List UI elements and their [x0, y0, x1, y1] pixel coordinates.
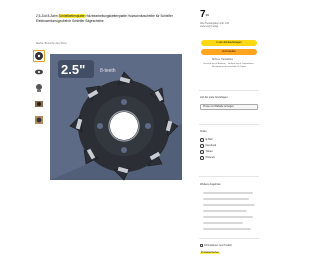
divider: [199, 176, 259, 177]
add-to-list-label: Auf die Liste hinzufügen: [200, 96, 228, 99]
delivery-note[interactable]: Lieferung Freitag: [200, 25, 229, 28]
product-safety-link[interactable]: Produktsicherheit: [200, 252, 220, 254]
secure-transaction[interactable]: Sichere Transaktion: [212, 58, 233, 61]
product-page: 2,5-Zoll 8-Zahn Schleifkettenplatte Holz…: [0, 0, 272, 266]
wood-thumb-icon: [35, 116, 43, 124]
share-email-label: E-Mail: [205, 138, 213, 142]
brand-link[interactable]: Marke: Besuche den Shop: [36, 42, 67, 45]
thumbnail-4[interactable]: [33, 98, 45, 110]
price: 799: [200, 10, 209, 20]
placeholder-line: [203, 198, 249, 200]
price-fraction: 99: [205, 13, 209, 17]
facebook-icon: [200, 144, 204, 148]
pinterest-icon: [200, 156, 204, 160]
share-pinterest[interactable]: Pinterest: [200, 156, 215, 160]
price-meta: Alle Preisangaben inkl. USt Lieferung Fr…: [200, 22, 229, 29]
share-title: Teilen: [200, 130, 207, 133]
product-info-link[interactable]: Informationen zum Produkt: [200, 244, 232, 247]
thumbnail-2[interactable]: [33, 66, 45, 78]
grinder-thumb-icon: [35, 101, 43, 107]
thumbnail-1[interactable]: [33, 50, 45, 62]
share-pinterest-label: Pinterest: [205, 156, 216, 160]
add-to-cart-button[interactable]: In den Einkaufswagen: [201, 40, 257, 46]
title-prefix: 2,5-Zoll 8-Zahn: [36, 14, 59, 18]
thumbnail-3[interactable]: [33, 82, 45, 94]
mail-icon: [200, 138, 204, 142]
saw-detail-thumb-icon: [36, 84, 42, 92]
product-title: 2,5-Zoll 8-Zahn Schleifkettenplatte Holz…: [36, 14, 186, 23]
saw-side-thumb-icon: [35, 69, 43, 75]
divider: [199, 90, 259, 91]
seller-info: Versand durch Amazon · Verkauf durch Dri…: [203, 63, 255, 69]
title-highlight: Schleifkettenplatte: [58, 14, 85, 18]
saw-blade-graphic: [69, 71, 179, 181]
divider: [199, 124, 259, 125]
add-to-list-select[interactable]: Preise und Rabatte anzeigen: [200, 104, 258, 110]
placeholder-line: [203, 228, 251, 230]
thumbnail-strip: [33, 50, 47, 130]
thumbnail-5[interactable]: [33, 114, 45, 126]
size-badge-text: 2.5": [61, 62, 85, 77]
divider: [199, 238, 259, 239]
buy-now-button[interactable]: Jetzt kaufen: [201, 49, 257, 55]
share-email[interactable]: E-Mail: [200, 138, 212, 142]
checkbox-icon: [200, 244, 203, 247]
share-twitter-label: Twitter: [205, 150, 213, 154]
placeholder-line: [203, 192, 253, 194]
placeholder-line: [203, 216, 253, 218]
placeholder-line: [203, 210, 247, 212]
share-facebook-label: Facebook: [205, 144, 217, 148]
placeholder-line: [203, 204, 255, 206]
product-main-image[interactable]: 2.5" 8-teeth: [50, 54, 182, 184]
share-facebook[interactable]: Facebook: [200, 144, 216, 148]
placeholder-line: [203, 222, 243, 224]
share-twitter[interactable]: Twitter: [200, 150, 213, 154]
saw-thumb-icon: [35, 52, 43, 60]
teeth-badge-text: 8-teeth: [100, 68, 116, 74]
twitter-icon: [200, 150, 204, 154]
other-offers-title: Weitere Angebote: [200, 183, 221, 186]
product-info-label: Informationen zum Produkt: [204, 245, 232, 248]
